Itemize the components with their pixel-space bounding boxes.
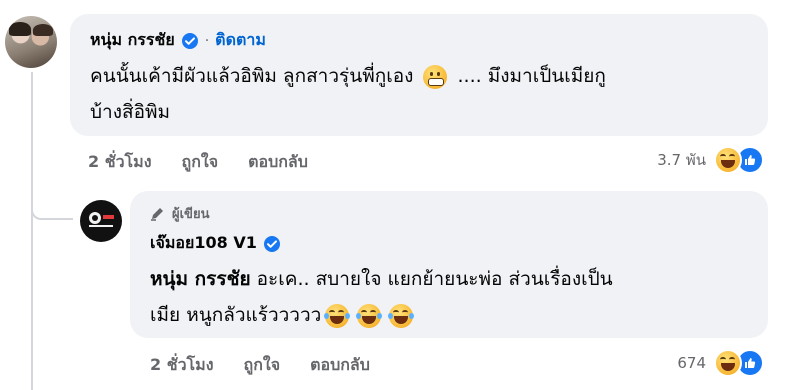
- reply-button[interactable]: ตอบกลับ: [248, 150, 308, 175]
- comment-author-name[interactable]: หนุ่ม กรรชัย: [90, 28, 175, 53]
- author-badge: ผู้เขียน: [150, 203, 209, 224]
- haha-reaction-icon: [714, 349, 742, 377]
- reaction-count: 674: [677, 354, 706, 372]
- avatar[interactable]: [80, 200, 122, 242]
- reaction-count: 3.7 พัน: [657, 151, 706, 169]
- thread-connector: [31, 198, 73, 220]
- reaction-summary[interactable]: 674: [677, 349, 764, 377]
- laughing-crying-emoji: [324, 303, 351, 328]
- reply-text-line: อะเค.. สบายใจ แยกย้ายนะพ่อ ส่วนเรื่องเป็…: [250, 268, 613, 290]
- comment-actions: 2 ชั่วโมง ถูกใจ ตอบกลับ: [88, 150, 338, 175]
- laughing-crying-emoji: [388, 303, 415, 328]
- avatar-hair-shape: [9, 22, 31, 36]
- reaction-summary[interactable]: 3.7 พัน: [657, 146, 764, 174]
- comment-text-line: .... มึงมาเป็นเมียกู: [457, 65, 606, 87]
- comment-bubble: หนุ่ม กรรชัย · ติดตาม คนนั้นเค้ามีผัวแล้…: [70, 14, 768, 136]
- verified-badge-icon: [181, 32, 199, 50]
- comment-timestamp[interactable]: 2 ชั่วโมง: [88, 150, 152, 175]
- reply-bubble: ผู้เขียน เจ๊มอย108 V1 หนุ่ม กรรชัย อะเค.…: [130, 191, 768, 338]
- reply-text-line: เมีย หนูกลัวแร้ววววว: [150, 304, 322, 326]
- comment-text-line: คนนั้นเค้ามีผัวแล้วอิพิม ลูกสาวรุ่นพี่กู…: [90, 65, 414, 87]
- like-button[interactable]: ถูกใจ: [244, 353, 281, 378]
- comment-text-line: บ้างสิ่อิพิม: [90, 101, 171, 123]
- comment-header: หนุ่ม กรรชัย · ติดตาม: [90, 28, 266, 53]
- avatar-logo-shape: [86, 210, 116, 230]
- avatar-hair-shape: [33, 24, 53, 36]
- reply-header: เจ๊มอย108 V1: [150, 231, 281, 256]
- author-badge-label: ผู้เขียน: [172, 207, 210, 222]
- grimacing-face-emoji: [423, 64, 448, 89]
- reply-author-name[interactable]: เจ๊มอย108 V1: [150, 231, 257, 256]
- thread-line: [31, 72, 33, 390]
- mention-link[interactable]: หนุ่ม กรรชัย: [150, 268, 251, 290]
- reply-text: หนุ่ม กรรชัย อะเค.. สบายใจ แยกย้ายนะพ่อ …: [150, 261, 613, 333]
- reply-actions: 2 ชั่วโมง ถูกใจ ตอบกลับ: [150, 353, 400, 378]
- separator-dot: ·: [204, 32, 210, 49]
- laughing-crying-emoji: [356, 303, 383, 328]
- reply-button[interactable]: ตอบกลับ: [310, 353, 370, 378]
- pen-icon: [150, 207, 166, 221]
- verified-badge-icon: [263, 235, 281, 253]
- avatar[interactable]: [5, 16, 57, 68]
- follow-button[interactable]: ติดตาม: [215, 28, 266, 53]
- reply-timestamp[interactable]: 2 ชั่วโมง: [150, 353, 214, 378]
- haha-reaction-icon: [714, 146, 742, 174]
- like-button[interactable]: ถูกใจ: [182, 150, 219, 175]
- comment-text: คนนั้นเค้ามีผัวแล้วอิพิม ลูกสาวรุ่นพี่กู…: [90, 58, 606, 130]
